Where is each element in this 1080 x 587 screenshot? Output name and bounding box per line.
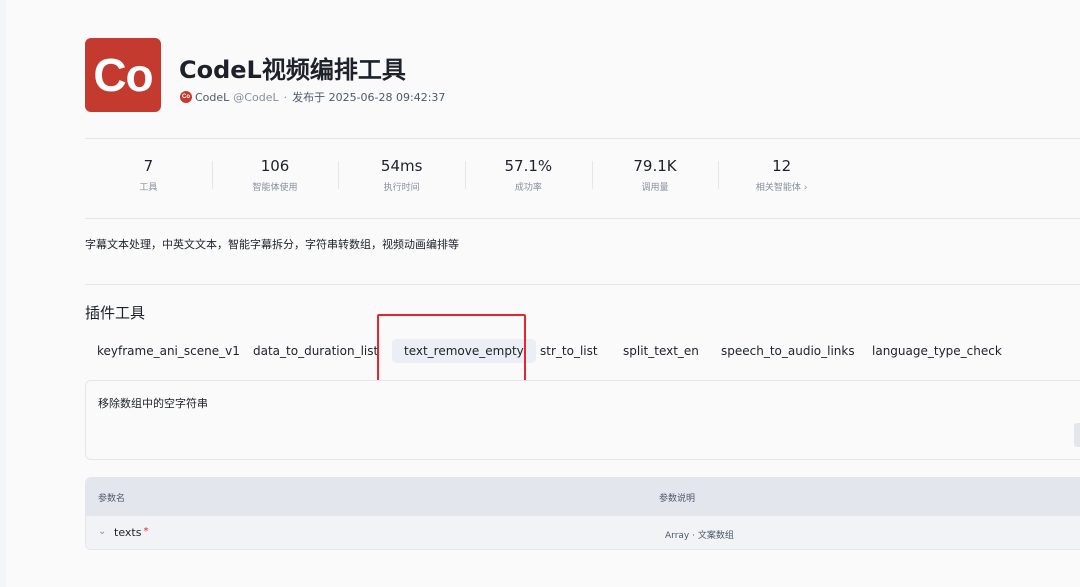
col-param-name: 参数名 [98, 494, 126, 504]
stat-value: 7 [143, 157, 154, 175]
plugin-logo-text: Co [93, 49, 153, 101]
param-name-text: texts [114, 526, 142, 539]
stat-value: 106 [260, 157, 290, 175]
tab-split-text-en[interactable]: split_text_en [611, 339, 711, 363]
plugin-meta: Co CodeL @CodeL · 发布于 2025-06-28 09:42:3… [180, 89, 445, 105]
table-row[interactable]: ⌄ texts * Array · 文案数组 [86, 516, 1080, 549]
stat-value: 54ms [380, 157, 423, 175]
param-desc: Array · 文案数组 [665, 531, 734, 541]
meta-separator: · [283, 90, 288, 104]
stat-tools: 7 工具 [85, 155, 212, 197]
stat-value: 57.1% [504, 157, 553, 175]
plugin-logo: Co [85, 38, 161, 112]
stat-label: 相关智能体 › [718, 180, 845, 196]
param-name: texts * [114, 526, 148, 539]
chevron-right-icon: › [803, 183, 808, 193]
tab-str-to-list[interactable]: str_to_list [528, 339, 610, 363]
params-table: 参数名 参数说明 ⌄ texts * Array · 文案数组 [85, 477, 1080, 550]
author-avatar: Co [180, 91, 192, 103]
tab-data-to-duration-list[interactable]: data_to_duration_list [241, 339, 390, 363]
stat-label: 工具 [139, 183, 158, 193]
plugin-description: 字幕文本处理，中英文文本，智能字幕拆分，字符串转数组，视频动画编排等 [85, 238, 459, 251]
tab-keyframe-ani-scene-v1[interactable]: keyframe_ani_scene_v1 [85, 339, 252, 363]
divider [85, 138, 1080, 139]
stat-label: 成功率 [514, 183, 542, 193]
stat-call-count: 79.1K 调用量 [591, 155, 719, 197]
stat-label: 智能体使用 [252, 183, 298, 193]
stat-related-agents[interactable]: 12 相关智能体 › [718, 155, 845, 197]
divider [85, 218, 1080, 219]
page: Co CodeL视频编排工具 Co CodeL @CodeL · 发布于 202… [6, 0, 1080, 587]
tab-language-type-check[interactable]: language_type_check [860, 339, 1014, 363]
chevron-down-icon[interactable]: ⌄ [98, 526, 106, 537]
author-handle: @CodeL [233, 90, 279, 104]
copy-button[interactable] [1074, 423, 1080, 447]
col-param-desc: 参数说明 [659, 494, 696, 504]
stats-bar: 7 工具 106 智能体使用 54ms 执行时间 57.1% 成功率 79.1K… [85, 155, 845, 197]
required-mark: * [143, 526, 149, 537]
tool-description-box: 移除数组中的空字符串 [85, 380, 1080, 460]
plugin-detail: Co CodeL视频编排工具 Co CodeL @CodeL · 发布于 202… [85, 0, 1080, 587]
stat-label: 执行时间 [383, 183, 420, 193]
stat-value: 12 [772, 157, 792, 175]
stat-value: 79.1K [633, 157, 677, 175]
table-header: 参数名 参数说明 [86, 478, 1080, 516]
stat-label-text: 相关智能体 [755, 183, 801, 193]
annotation-highlight-box [377, 314, 526, 386]
tab-speech-to-audio-links[interactable]: speech_to_audio_links [709, 339, 867, 363]
stat-exec-time: 54ms 执行时间 [338, 155, 465, 197]
stat-agent-usage: 106 智能体使用 [211, 155, 339, 197]
divider [85, 284, 1080, 285]
publish-time: 发布于 2025-06-28 09:42:37 [292, 91, 446, 104]
stat-success-rate: 57.1% 成功率 [465, 155, 592, 197]
author-name[interactable]: CodeL [195, 91, 229, 104]
tools-section-title: 插件工具 [85, 304, 146, 322]
tool-description: 移除数组中的空字符串 [98, 397, 208, 410]
stat-label: 调用量 [641, 183, 669, 193]
plugin-title: CodeL视频编排工具 [179, 56, 406, 84]
